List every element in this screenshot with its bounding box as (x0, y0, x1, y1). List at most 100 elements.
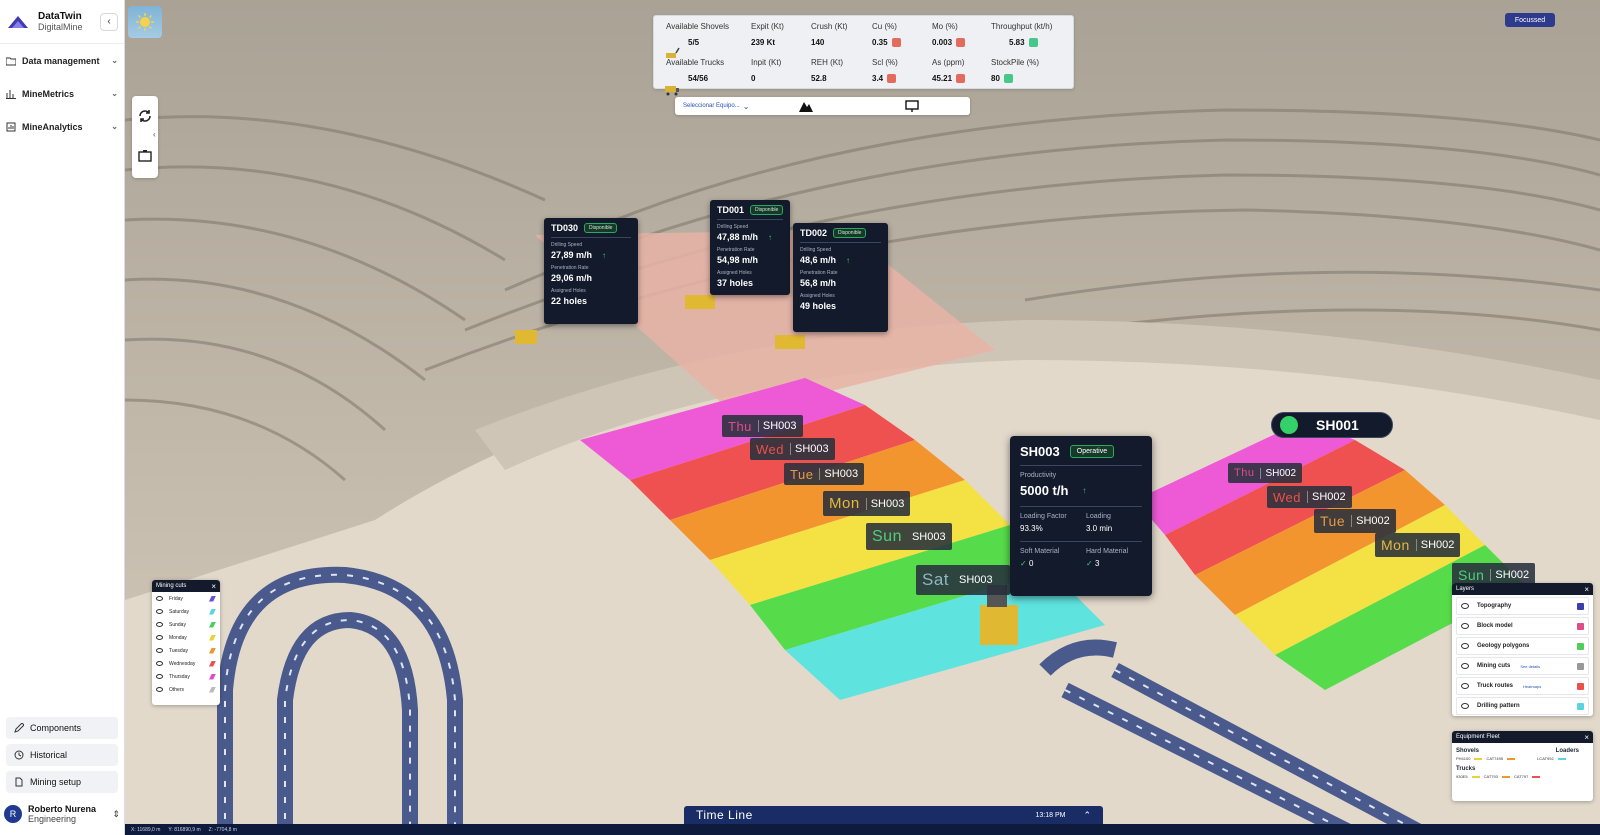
eye-icon[interactable] (156, 635, 163, 640)
day-label: Sun (872, 527, 902, 545)
eye-icon[interactable] (1461, 643, 1469, 649)
brand-subtitle: DigitalMine (38, 22, 83, 32)
layer-row[interactable]: Drilling pattern (1456, 697, 1589, 715)
chevron-down-icon: ⌄ (111, 122, 118, 131)
equipment-selector[interactable]: Seleccionar Equipo... ⌄ (675, 97, 970, 115)
eye-icon[interactable] (1461, 603, 1469, 609)
mining-cut-row[interactable]: Monday (152, 631, 220, 644)
eye-icon[interactable] (156, 661, 163, 666)
kpi-cu: Cu (%) 0.35 (872, 22, 901, 47)
mining-cut-row[interactable]: Others (152, 683, 220, 696)
cut-label-sun-sh003[interactable]: Sun SH003 (866, 523, 952, 550)
cut-label-tue-sh002[interactable]: Tue SH002 (1314, 509, 1396, 533)
shovel-pill-sh001[interactable]: SH001 (1271, 412, 1393, 438)
cut-label-thu-sh003[interactable]: Thu SH003 (722, 415, 803, 437)
layer-row[interactable]: Topography (1456, 597, 1589, 615)
nav-mineanalytics[interactable]: MineAnalytics ⌄ (0, 110, 124, 143)
eye-icon[interactable] (156, 648, 163, 653)
user-profile[interactable]: R Roberto Nurena Engineering ⇕ (4, 799, 120, 829)
kpi-label: Crush (Kt) (811, 22, 848, 31)
mining-cut-label: Friday (169, 595, 183, 602)
expand-user-icon[interactable]: ⇕ (112, 809, 120, 820)
eye-icon[interactable] (1461, 683, 1469, 689)
layer-row[interactable]: Truck routes Heatmaps (1456, 677, 1589, 695)
screenshot-icon[interactable] (137, 148, 153, 164)
trend-down-icon (891, 38, 901, 47)
layer-row[interactable]: Mining cuts See details (1456, 657, 1589, 675)
eye-icon[interactable] (156, 622, 163, 627)
mining-cut-row[interactable]: Wednesday (152, 657, 220, 670)
close-icon[interactable]: × (211, 582, 216, 591)
see-details-link[interactable]: See details (1520, 664, 1540, 669)
historical-button[interactable]: Historical (6, 744, 118, 766)
arrow-up-icon: ↑ (846, 255, 851, 265)
color-swatch (1577, 702, 1584, 710)
cut-label-sat-sh003[interactable]: Sat SH003 (916, 565, 1010, 595)
layer-row[interactable]: Geology polygons (1456, 637, 1589, 655)
drill-value: 49 holes (800, 301, 837, 311)
user-name: Roberto Nurena (28, 804, 97, 814)
shovel-card-sh003[interactable]: SH003 Operative Productivity 5000 t/h ↑ Lo… (1010, 436, 1152, 596)
components-button[interactable]: Components (6, 717, 118, 739)
eye-icon[interactable] (1461, 703, 1469, 709)
color-swatch (209, 621, 216, 628)
rotate-view-icon[interactable] (137, 108, 153, 124)
layer-row[interactable]: Block model (1456, 617, 1589, 635)
cut-label-wed-sh003[interactable]: Wed SH003 (750, 438, 835, 460)
coordinates-bar: X: 11689,0 m Y: 816890,9 m Z: -7704,8 m (125, 824, 1600, 835)
hard-material-value: 3 (1094, 559, 1100, 568)
arrow-up-icon: ↑ (1082, 486, 1087, 495)
cut-label-mon-sh003[interactable]: Mon SH003 (823, 491, 911, 516)
trend-up-icon (1028, 38, 1038, 47)
eye-icon[interactable] (156, 609, 163, 614)
chevron-up-icon[interactable]: ⌃ (1083, 810, 1091, 821)
mining-cut-row[interactable]: Thursday (152, 670, 220, 683)
drill-card-td001[interactable]: TD001 Disponible Drilling Speed 47,88 m/h… (710, 200, 790, 295)
collapse-sidebar-button[interactable]: ‹ (100, 12, 118, 31)
weather-sun-button[interactable] (128, 6, 162, 38)
eye-icon[interactable] (1461, 663, 1469, 669)
mining-cut-row[interactable]: Friday (152, 592, 220, 605)
eye-icon[interactable] (156, 674, 163, 679)
close-icon[interactable]: × (1584, 733, 1589, 742)
kpi-value: 45.21 (932, 74, 953, 83)
chevron-down-icon: ⌄ (111, 89, 118, 98)
eye-icon[interactable] (156, 687, 163, 692)
terrain-view-icon[interactable] (799, 100, 813, 112)
mining-cut-row[interactable]: Sunday (152, 618, 220, 631)
drill-value: 48,6 m/h (800, 255, 837, 265)
fleet-item: CAT7495 (1486, 756, 1504, 761)
heatmaps-link[interactable]: Heatmaps (1523, 684, 1541, 689)
color-swatch (1577, 662, 1584, 670)
cut-label-wed-sh002[interactable]: Wed SH002 (1267, 486, 1352, 508)
shovel-id: SH003 (1020, 444, 1060, 459)
shovel-label: SH002 (1415, 539, 1454, 551)
nav-label: Data management (22, 55, 100, 66)
eye-icon[interactable] (156, 596, 163, 601)
drill-card-td002[interactable]: TD002 Disponible Drilling Speed 48,6 m/h ↑… (793, 223, 888, 332)
color-swatch (209, 673, 216, 680)
sun-icon (136, 13, 154, 31)
color-swatch (1507, 757, 1516, 760)
mining-cut-row[interactable]: Saturday (152, 605, 220, 618)
close-icon[interactable]: × (1584, 585, 1589, 594)
drill-card-td030[interactable]: TD030 Disponible Drilling Speed 27,89 m/h… (544, 218, 638, 324)
soft-material-value: 0 (1028, 559, 1034, 568)
timeline-bar[interactable]: Time Line 13:18 PM ⌃ (684, 806, 1103, 824)
chevron-left-icon[interactable]: ‹ (153, 130, 156, 139)
cut-label-mon-sh002[interactable]: Mon SH002 (1375, 533, 1461, 557)
nav-data-management[interactable]: Data management ⌄ (0, 44, 124, 77)
avatar: R (4, 805, 22, 823)
cut-label-tue-sh003[interactable]: Tue SH003 (784, 463, 865, 485)
kpi-label: As (ppm) (932, 58, 965, 67)
nav-minemetrics[interactable]: MineMetrics ⌄ (0, 77, 124, 110)
mining-setup-button[interactable]: Mining setup (6, 771, 118, 793)
fleet-item: LCAT992 (1537, 756, 1554, 761)
focussed-badge[interactable]: Focussed (1505, 13, 1555, 27)
mining-cut-row[interactable]: Tuesday (152, 644, 220, 657)
cut-label-thu-sh002[interactable]: Thu SH002 (1228, 463, 1303, 483)
brand-header: DataTwin DigitalMine ‹ (0, 0, 124, 44)
eye-icon[interactable] (1461, 623, 1469, 629)
map-view-icon[interactable] (905, 100, 919, 112)
fleet-item: PH4100 (1456, 756, 1471, 761)
